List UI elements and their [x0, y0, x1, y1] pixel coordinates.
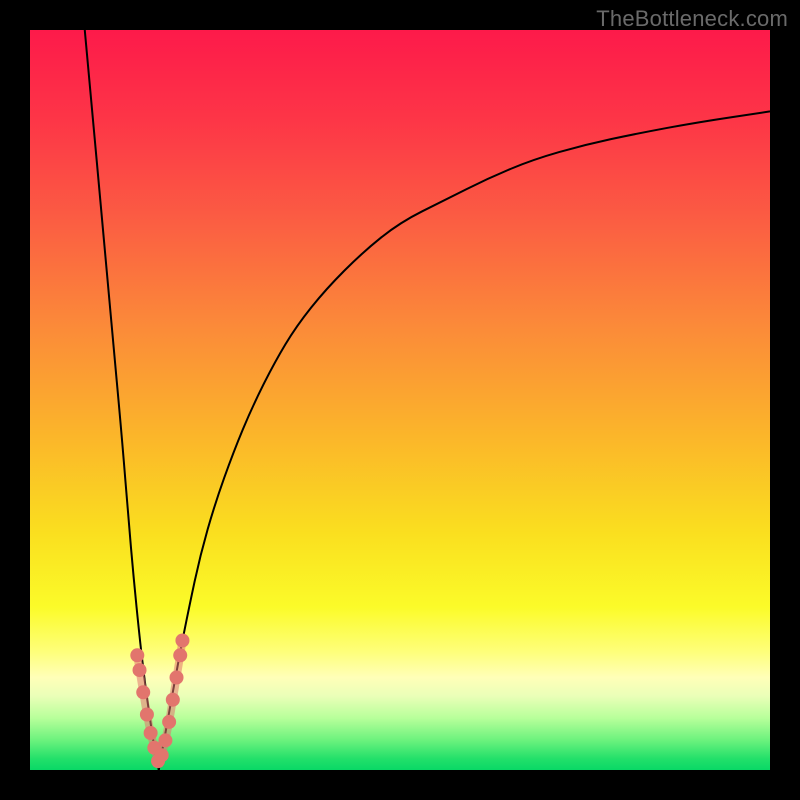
valley-marker — [133, 663, 147, 677]
valley-marker-group — [130, 634, 189, 769]
curve-layer — [30, 30, 770, 770]
valley-marker — [173, 648, 187, 662]
valley-marker — [130, 648, 144, 662]
curve-left-branch — [85, 30, 159, 770]
chart-frame: TheBottleneck.com — [0, 0, 800, 800]
valley-marker — [162, 715, 176, 729]
valley-marker — [175, 634, 189, 648]
valley-marker — [166, 693, 180, 707]
valley-marker — [158, 733, 172, 747]
valley-marker — [136, 685, 150, 699]
curve-right-branch — [159, 111, 770, 770]
valley-marker — [155, 748, 169, 762]
valley-marker — [170, 671, 184, 685]
valley-marker — [144, 726, 158, 740]
valley-marker — [140, 708, 154, 722]
plot-area — [30, 30, 770, 770]
watermark-text: TheBottleneck.com — [596, 6, 788, 32]
